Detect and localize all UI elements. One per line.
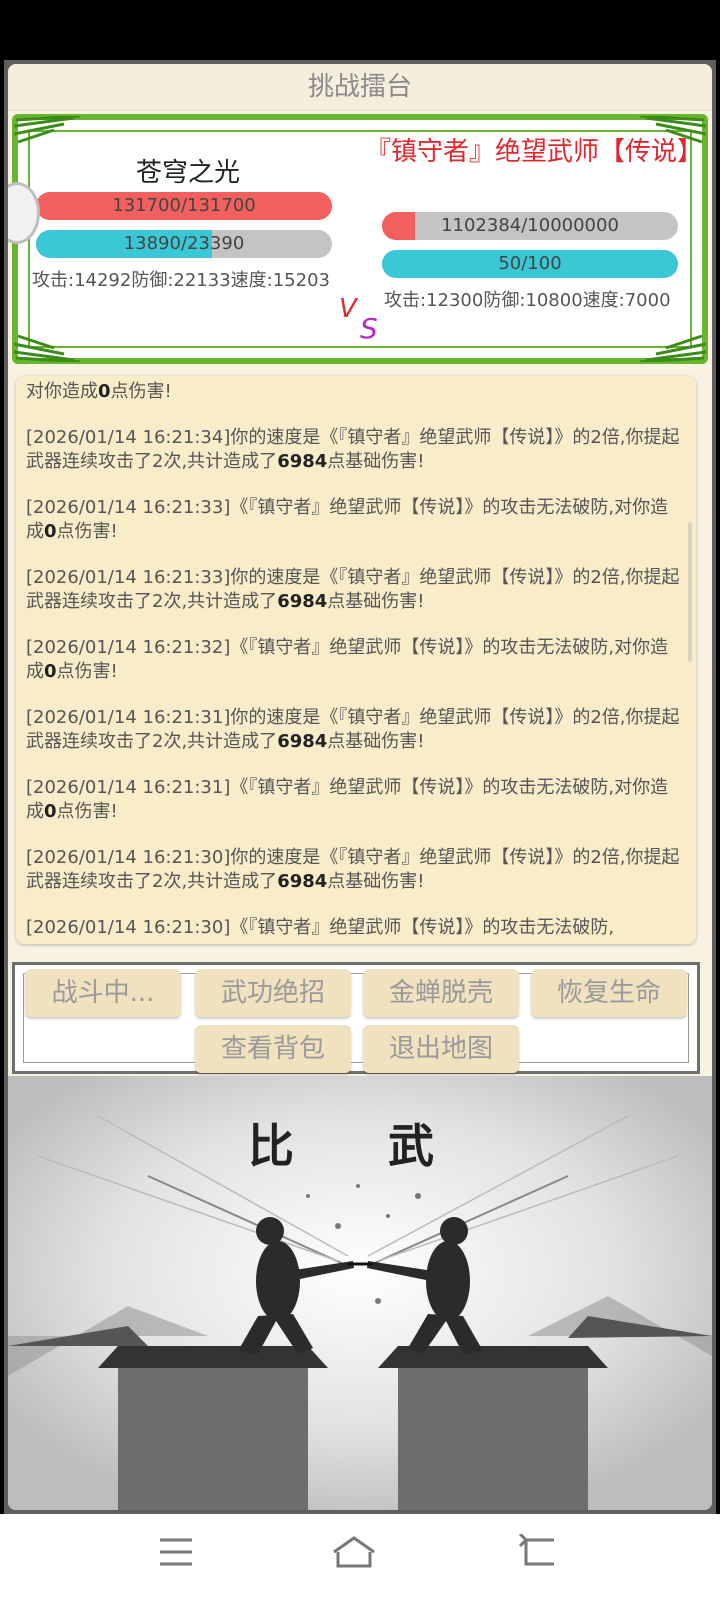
exit-map-button[interactable]: 退出地图 xyxy=(363,1025,519,1073)
player-stats: 攻击:14292防御:22133速度:15203 xyxy=(32,270,330,291)
ink-duel-illustration: 比 武 xyxy=(8,1076,712,1510)
brush-corner-decoration xyxy=(14,116,81,144)
menu-icon[interactable] xyxy=(156,1536,196,1568)
battle-log-content: 对你造成0点伤害! [2026/01/14 16:21:34]你的速度是《『镇守… xyxy=(26,380,686,944)
restore-hp-button[interactable]: 恢复生命 xyxy=(531,969,687,1017)
enemy-hp-bar: 1102384/10000000 xyxy=(382,212,678,240)
log-entry: [2026/01/14 16:21:31]《『镇守者』绝望武师【传说】》的攻击无… xyxy=(26,777,669,822)
vs-letter-v: V xyxy=(339,294,357,324)
log-scrollbar[interactable] xyxy=(688,522,692,662)
vs-letter-s: S xyxy=(360,312,378,345)
log-entry: [2026/01/14 16:21:32]《『镇守者』绝望武师【传说】》的攻击无… xyxy=(26,637,669,682)
player-name: 苍穹之光 xyxy=(135,158,240,188)
log-entry-fragment: 对你造成0点伤害! xyxy=(26,381,172,402)
player-mp-text: 13890/23390 xyxy=(123,233,245,254)
status-bar xyxy=(0,0,720,58)
log-entry: [2026/01/14 16:21:31]你的速度是《『镇守者』绝望武师【传说】… xyxy=(26,707,680,752)
battle-panel: 苍穹之光 131700/131700 13890/23390 攻击:14292防… xyxy=(12,114,708,364)
log-entry: [2026/01/14 16:21:33]你的速度是《『镇守者』绝望武师【传说】… xyxy=(26,567,680,612)
back-icon[interactable] xyxy=(518,1534,558,1570)
app-window: 挑战擂台 苍穹之光 131700/131700 13890/23390 攻击:1… xyxy=(8,64,712,1510)
duel-scene-image: 比 武 xyxy=(8,1076,712,1510)
enemy-hp-text: 1102384/10000000 xyxy=(441,215,619,236)
home-icon[interactable] xyxy=(330,1532,378,1572)
system-nav-bar xyxy=(0,1514,720,1600)
martial-skill-button[interactable]: 武功绝招 xyxy=(195,969,351,1017)
player-mp-bar: 13890/23390 xyxy=(36,230,332,258)
scene-title-right: 武 xyxy=(388,1119,434,1173)
player-hp-bar: 131700/131700 xyxy=(36,192,332,220)
enemy-name: 『镇守者』绝望武师【传说】 xyxy=(364,137,703,167)
log-entry: [2026/01/14 16:21:33]《『镇守者』绝望武师【传说】》的攻击无… xyxy=(26,497,669,542)
fighting-status-button[interactable]: 战斗中... xyxy=(25,969,181,1017)
view-bag-button[interactable]: 查看背包 xyxy=(195,1025,351,1073)
scene-title-left: 比 xyxy=(248,1119,294,1173)
log-entry: [2026/01/14 16:21:30]你的速度是《『镇守者』绝望武师【传说】… xyxy=(26,847,680,892)
enemy-mp-text: 50/100 xyxy=(498,253,562,274)
brush-corner-decoration xyxy=(14,334,81,362)
enemy-mp-bar: 50/100 xyxy=(382,250,678,278)
enemy-stats: 攻击:12300防御:10800速度:7000 xyxy=(384,290,671,311)
log-entry: [2026/01/14 16:21:34]你的速度是《『镇守者』绝望武师【传说】… xyxy=(26,427,680,472)
action-panel: 战斗中... 武功绝招 金蝉脱壳 恢复生命 查看背包 退出地图 xyxy=(12,962,700,1074)
page-title: 挑战擂台 xyxy=(8,64,712,111)
escape-button[interactable]: 金蝉脱壳 xyxy=(363,969,519,1017)
log-entry: [2026/01/14 16:21:30]《『镇守者』绝望武师【传说】》的攻击无… xyxy=(26,917,615,938)
battle-log[interactable]: 对你造成0点伤害! [2026/01/14 16:21:34]你的速度是《『镇守… xyxy=(16,376,696,944)
player-hp-text: 131700/131700 xyxy=(112,195,256,216)
brush-corner-decoration xyxy=(639,334,706,362)
